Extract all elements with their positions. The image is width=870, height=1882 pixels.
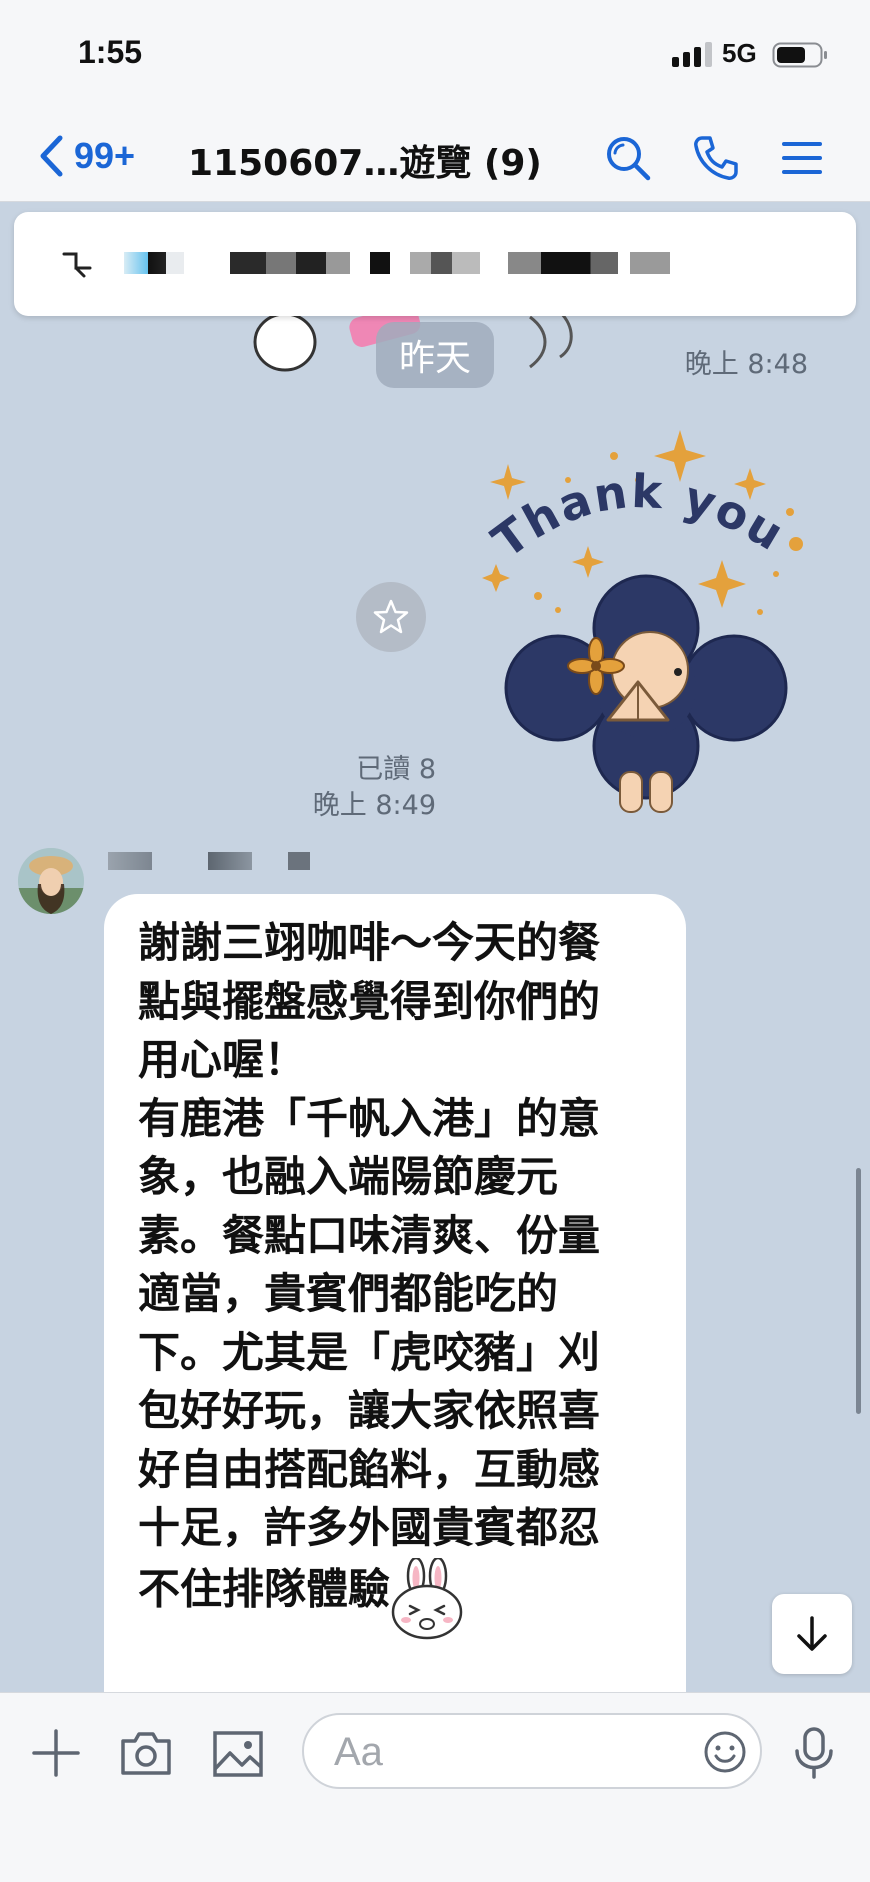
emoji-icon[interactable] bbox=[702, 1729, 748, 1775]
date-separator: 昨天 bbox=[376, 322, 494, 388]
redacted-block bbox=[370, 252, 390, 274]
redacted-block bbox=[124, 252, 184, 274]
cony-bunny-emoji-icon bbox=[391, 1557, 463, 1639]
network-label: 5G bbox=[722, 38, 757, 68]
sender-name-redacted bbox=[108, 852, 152, 870]
thank-you-sticker[interactable]: Thank you bbox=[478, 420, 818, 820]
camera-icon[interactable] bbox=[118, 1725, 174, 1781]
scroll-to-bottom-button[interactable] bbox=[772, 1594, 852, 1674]
back-chevron-icon bbox=[40, 135, 63, 177]
chat-header: 99+ 1150607…遊覽 (9) bbox=[0, 112, 870, 200]
star-icon bbox=[373, 599, 409, 634]
unread-count: 99+ bbox=[74, 135, 136, 176]
sender-name-redacted bbox=[208, 852, 252, 870]
signal-icon bbox=[672, 42, 712, 67]
avatar-photo bbox=[18, 848, 84, 914]
message-input-bar bbox=[0, 1692, 870, 1882]
favorite-sticker-button[interactable] bbox=[356, 582, 426, 652]
read-receipt: 已讀 8 bbox=[356, 754, 436, 785]
microphone-icon[interactable] bbox=[786, 1725, 842, 1781]
pin-icon bbox=[62, 252, 92, 278]
message-timestamp: 晚上 8:48 bbox=[684, 349, 808, 380]
image-icon[interactable] bbox=[210, 1725, 266, 1781]
message-text: 謝謝三翊咖啡～今天的餐 點與擺盤感覺得到你們的 用心喔！ 有鹿港「千帆入港」的意… bbox=[138, 918, 601, 1613]
back-button[interactable]: 99+ bbox=[38, 132, 135, 180]
top-bar: 1:55 5G 99+ 1150607…遊覽 (9) bbox=[0, 0, 870, 202]
phone-icon[interactable] bbox=[692, 134, 740, 182]
redacted-block bbox=[410, 252, 480, 274]
incoming-message-bubble[interactable]: 謝謝三翊咖啡～今天的餐 點與擺盤感覺得到你們的 用心喔！ 有鹿港「千帆入港」的意… bbox=[104, 894, 686, 1714]
sender-name-redacted bbox=[288, 852, 310, 870]
scrollbar[interactable] bbox=[856, 1168, 861, 1414]
redacted-block bbox=[630, 252, 670, 274]
read-meta: 已讀 8 晚上 8:49 bbox=[300, 752, 436, 824]
search-icon[interactable] bbox=[604, 134, 652, 182]
chat-title[interactable]: 1150607…遊覽 (9) bbox=[188, 134, 542, 186]
redacted-block bbox=[508, 252, 618, 274]
plus-icon[interactable] bbox=[28, 1725, 84, 1781]
redacted-block bbox=[230, 252, 350, 274]
menu-icon[interactable] bbox=[778, 134, 826, 182]
status-time: 1:55 bbox=[78, 34, 143, 70]
sender-avatar[interactable] bbox=[18, 848, 84, 914]
message-timestamp: 晚上 8:49 bbox=[312, 790, 436, 821]
message-text-field[interactable] bbox=[334, 1729, 674, 1775]
message-input[interactable] bbox=[302, 1713, 762, 1789]
arrow-down-icon bbox=[797, 1616, 827, 1651]
pinned-announcement[interactable] bbox=[14, 212, 856, 316]
battery-icon bbox=[772, 42, 827, 68]
